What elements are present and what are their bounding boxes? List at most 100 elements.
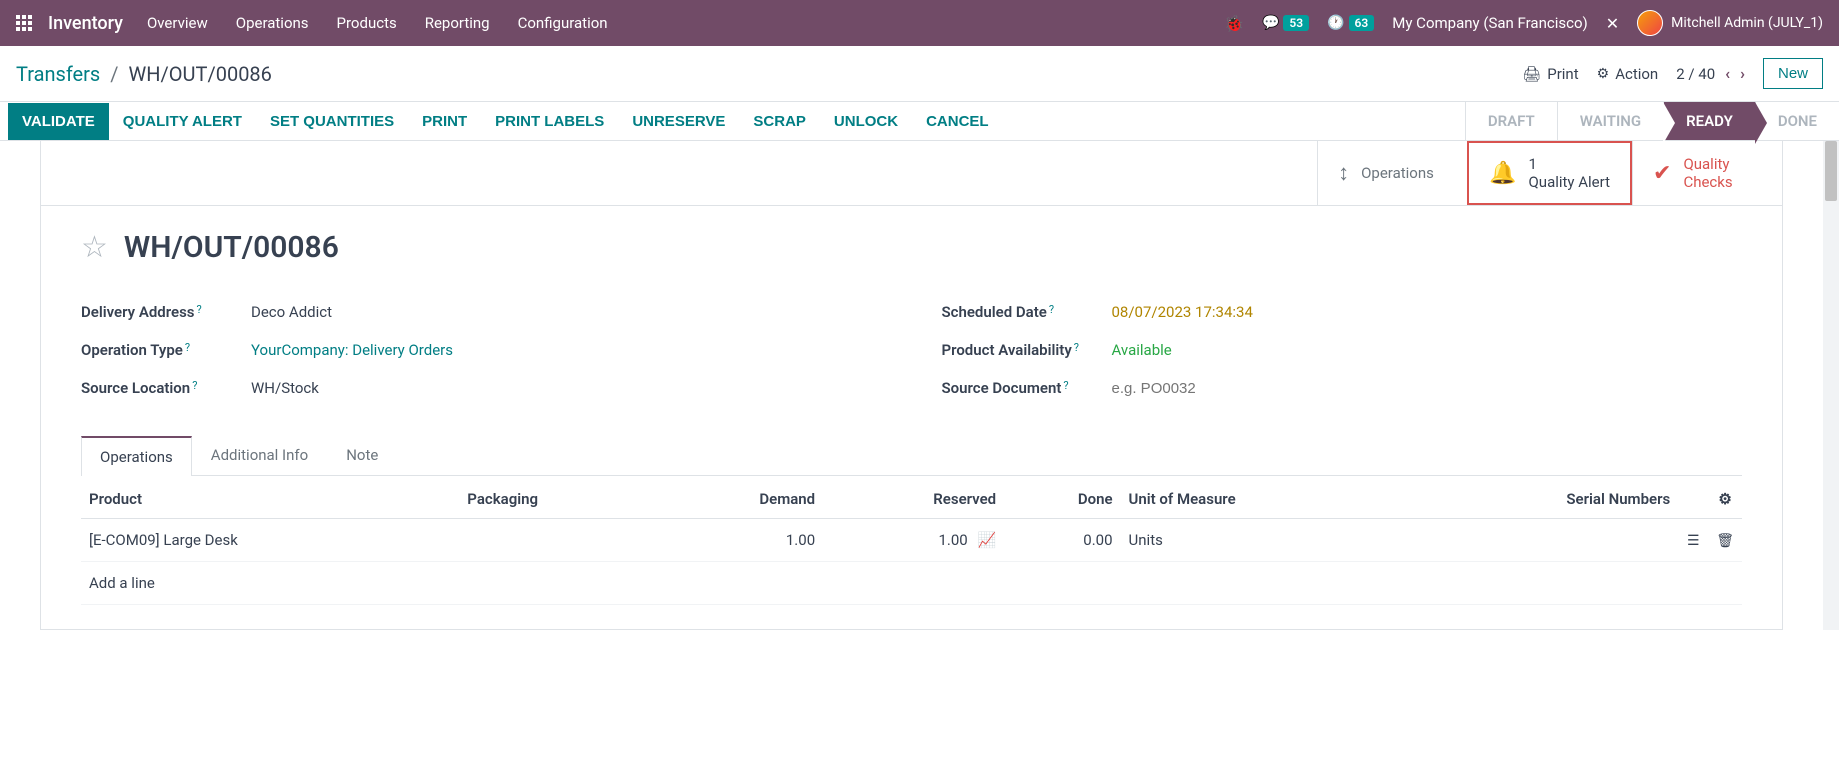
- status-ready[interactable]: READY: [1663, 102, 1755, 140]
- col-uom[interactable]: Unit of Measure: [1121, 480, 1404, 519]
- breadcrumb: Transfers / WH/OUT/00086: [16, 62, 272, 86]
- pager-prev[interactable]: ‹: [1725, 64, 1730, 83]
- scrollbar-thumb[interactable]: [1825, 141, 1837, 201]
- stat-buttons: ↕ Operations 🔔 1 Quality Alert ✔ Quality…: [41, 141, 1782, 206]
- help-icon[interactable]: ?: [192, 379, 197, 392]
- col-serial[interactable]: Serial Numbers: [1403, 480, 1678, 519]
- cell-demand[interactable]: 1.00: [658, 519, 823, 562]
- bug-icon[interactable]: 🐞: [1224, 14, 1244, 33]
- bell-icon: 🔔: [1489, 161, 1516, 186]
- stat-quality-alert[interactable]: 🔔 1 Quality Alert: [1467, 141, 1632, 205]
- trash-icon[interactable]: 🗑: [1716, 533, 1734, 549]
- add-line[interactable]: Add a line: [81, 562, 1742, 605]
- operations-table: Product Packaging Demand Reserved Done U…: [81, 480, 1742, 605]
- help-icon[interactable]: ?: [185, 341, 190, 354]
- column-settings-icon[interactable]: ⚙: [1718, 490, 1731, 508]
- breadcrumb-parent[interactable]: Transfers: [16, 62, 100, 86]
- print-button[interactable]: 🖨 Print: [1522, 65, 1578, 83]
- help-icon[interactable]: ?: [1063, 379, 1068, 392]
- action-dropdown[interactable]: ⚙ Action: [1597, 65, 1659, 83]
- clock-icon: 🕐: [1327, 15, 1344, 31]
- col-packaging[interactable]: Packaging: [459, 480, 658, 519]
- form-container: ↕ Operations 🔔 1 Quality Alert ✔ Quality…: [40, 141, 1783, 630]
- list-icon[interactable]: ☰: [1687, 533, 1700, 549]
- pager-text[interactable]: 2 / 40: [1676, 65, 1715, 83]
- nav-configuration[interactable]: Configuration: [518, 14, 608, 32]
- nav-operations[interactable]: Operations: [236, 14, 309, 32]
- nav-right: 🐞 💬 53 🕐 63 My Company (San Francisco) ✕…: [1224, 10, 1823, 36]
- quality-alert-button[interactable]: QUALITY ALERT: [109, 103, 256, 140]
- col-product[interactable]: Product: [81, 480, 459, 519]
- unlock-button[interactable]: UNLOCK: [820, 103, 912, 140]
- title-row: ☆ WH/OUT/00086: [81, 230, 1742, 265]
- cell-packaging[interactable]: [459, 519, 658, 562]
- form-body: ☆ WH/OUT/00086 Delivery Address? Deco Ad…: [41, 206, 1782, 629]
- stat-quality-checks[interactable]: ✔ Quality Checks: [1632, 141, 1782, 205]
- source-document-input[interactable]: [1112, 380, 1312, 397]
- check-icon: ✔: [1653, 161, 1671, 186]
- cancel-button[interactable]: CANCEL: [912, 103, 1003, 140]
- source-location-value[interactable]: WH/Stock: [251, 379, 319, 397]
- help-icon[interactable]: ?: [1074, 341, 1079, 354]
- help-icon[interactable]: ?: [1049, 303, 1054, 316]
- nav-reporting[interactable]: Reporting: [425, 14, 490, 32]
- tab-additional-info[interactable]: Additional Info: [192, 435, 327, 475]
- row-scheduled-date: Scheduled Date? 08/07/2023 17:34:34: [942, 293, 1743, 331]
- table-row[interactable]: [E-COM09] Large Desk 1.00 1.00 📈 0.00 Un…: [81, 519, 1742, 562]
- print-action-button[interactable]: PRINT: [408, 103, 481, 140]
- product-availability-value: Available: [1112, 341, 1172, 359]
- nav-overview[interactable]: Overview: [147, 14, 208, 32]
- status-waiting[interactable]: WAITING: [1557, 102, 1663, 140]
- validate-button[interactable]: VALIDATE: [8, 103, 109, 140]
- activities-count: 63: [1349, 15, 1375, 31]
- unreserve-button[interactable]: UNRESERVE: [618, 103, 739, 140]
- delivery-address-value[interactable]: Deco Addict: [251, 303, 332, 321]
- new-button[interactable]: New: [1763, 58, 1823, 89]
- tab-operations[interactable]: Operations: [81, 436, 192, 476]
- operation-type-value[interactable]: YourCompany: Delivery Orders: [251, 341, 453, 359]
- user-menu[interactable]: Mitchell Admin (JULY_1): [1637, 10, 1823, 36]
- col-done[interactable]: Done: [1004, 480, 1120, 519]
- control-right: 🖨 Print ⚙ Action 2 / 40 ‹ › New: [1522, 58, 1823, 89]
- row-source-document: Source Document?: [942, 369, 1743, 407]
- pager-next[interactable]: ›: [1740, 64, 1745, 83]
- scrollbar[interactable]: [1823, 141, 1839, 630]
- set-quantities-button[interactable]: SET QUANTITIES: [256, 103, 408, 140]
- tools-icon[interactable]: ✕: [1606, 14, 1619, 33]
- star-icon[interactable]: ☆: [81, 230, 108, 265]
- status-done[interactable]: DONE: [1755, 102, 1839, 140]
- forecast-icon[interactable]: 📈: [977, 531, 996, 549]
- breadcrumb-sep: /: [110, 62, 118, 86]
- col-demand[interactable]: Demand: [658, 480, 823, 519]
- status-steps: DRAFT WAITING READY DONE: [1465, 102, 1839, 140]
- cell-product[interactable]: [E-COM09] Large Desk: [81, 519, 459, 562]
- avatar: [1637, 10, 1663, 36]
- cell-reserved[interactable]: 1.00 📈: [823, 519, 1004, 562]
- messages-button[interactable]: 💬 53: [1262, 15, 1309, 31]
- print-labels-button[interactable]: PRINT LABELS: [481, 103, 618, 140]
- arrows-vertical-icon: ↕: [1338, 160, 1349, 186]
- chat-icon: 💬: [1262, 15, 1279, 31]
- apps-icon[interactable]: [16, 15, 32, 31]
- app-name[interactable]: Inventory: [48, 13, 123, 34]
- scheduled-date-value[interactable]: 08/07/2023 17:34:34: [1112, 303, 1253, 321]
- row-product-availability: Product Availability? Available: [942, 331, 1743, 369]
- stat-operations[interactable]: ↕ Operations: [1317, 141, 1467, 205]
- control-bar: Transfers / WH/OUT/00086 🖨 Print ⚙ Actio…: [0, 46, 1839, 102]
- breadcrumb-current: WH/OUT/00086: [129, 62, 272, 86]
- status-draft[interactable]: DRAFT: [1465, 102, 1557, 140]
- company-selector[interactable]: My Company (San Francisco): [1392, 14, 1587, 32]
- activities-button[interactable]: 🕐 63: [1327, 15, 1374, 31]
- row-delivery-address: Delivery Address? Deco Addict: [81, 293, 882, 331]
- tab-note[interactable]: Note: [327, 435, 397, 475]
- printer-icon: 🖨: [1522, 65, 1541, 83]
- cell-done[interactable]: 0.00: [1004, 519, 1120, 562]
- col-reserved[interactable]: Reserved: [823, 480, 1004, 519]
- pager: 2 / 40 ‹ ›: [1676, 64, 1745, 83]
- cell-uom[interactable]: Units: [1121, 519, 1404, 562]
- scrap-button[interactable]: SCRAP: [739, 103, 820, 140]
- nav-products[interactable]: Products: [337, 14, 397, 32]
- action-status-bar: VALIDATE QUALITY ALERT SET QUANTITIES PR…: [0, 102, 1839, 141]
- help-icon[interactable]: ?: [197, 303, 202, 316]
- action-buttons: VALIDATE QUALITY ALERT SET QUANTITIES PR…: [0, 102, 1011, 140]
